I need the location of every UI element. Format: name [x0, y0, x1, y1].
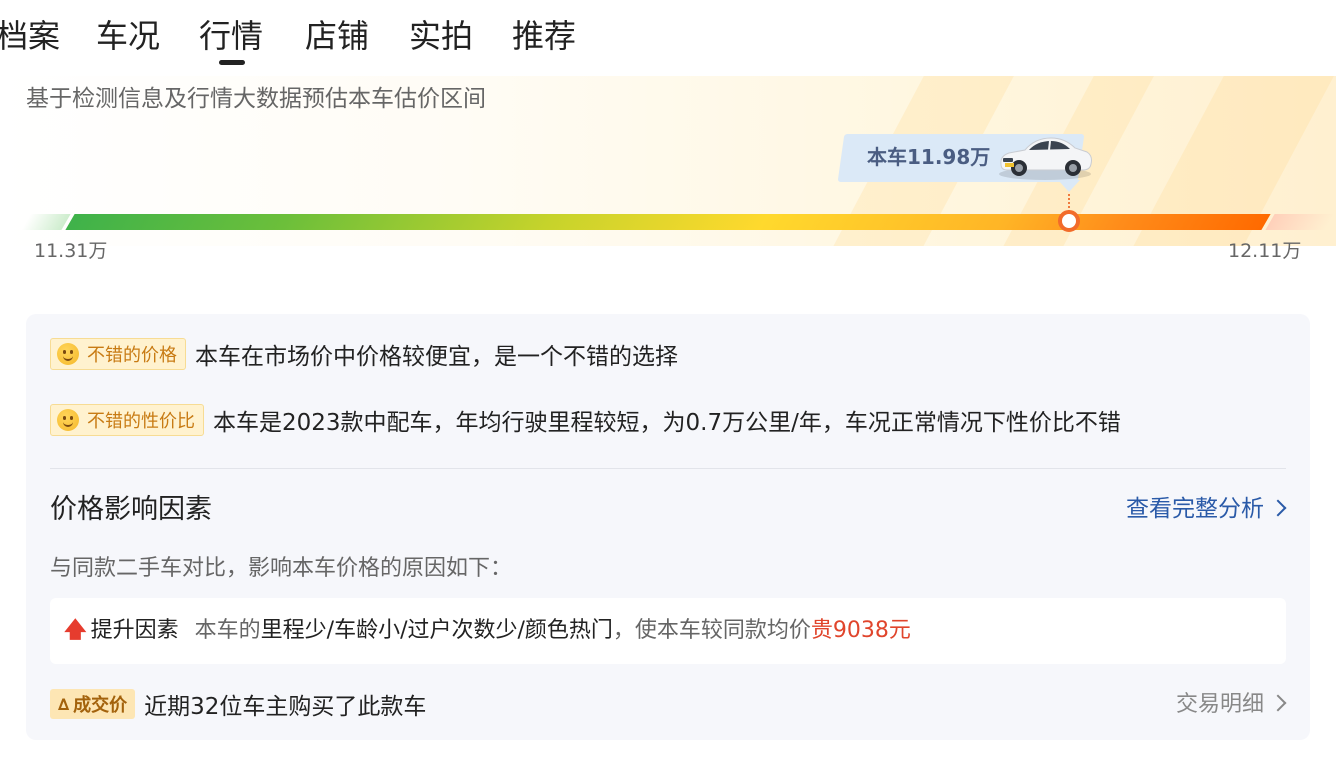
- current-price-marker: [1058, 210, 1080, 232]
- price-range-bar: [21, 214, 1335, 230]
- rise-factor-items: 里程少/车龄小/过户次数少/颜色热门: [260, 618, 613, 643]
- bar-fade-left: [21, 214, 71, 230]
- evaluation-row: 不错的性价比 本车是2023款中配车，年均行驶里程较短，为0.7万公里/年，车况…: [50, 402, 1121, 438]
- arrow-up-icon: 🡅: [64, 618, 87, 643]
- tab-photos[interactable]: 实拍: [409, 16, 473, 56]
- evaluation-text: 本车在市场价中价格较便宜，是一个不错的选择: [195, 344, 678, 370]
- evaluation-badge: 不错的性价比: [50, 404, 204, 436]
- deal-icon: ∆: [58, 694, 70, 714]
- car-icon: [999, 137, 1092, 180]
- transaction-detail-link[interactable]: 交易明细: [1175, 690, 1287, 720]
- deal-text: 近期32位车主购买了此款车: [144, 694, 427, 720]
- smile-icon: [57, 409, 79, 431]
- full-analysis-label: 查看完整分析: [1126, 496, 1264, 522]
- tab-condition[interactable]: 车况: [96, 16, 160, 56]
- rise-factor-label: 提升因素: [90, 618, 179, 643]
- divider: [50, 468, 1286, 469]
- factors-title: 价格影响因素: [50, 494, 212, 525]
- tab-archive[interactable]: 档案: [0, 16, 60, 56]
- range-min-label: 11.31万: [34, 240, 108, 262]
- chevron-right-icon: [1269, 499, 1287, 517]
- bar-fade-right: [1265, 214, 1335, 230]
- deal-badge-label: 成交价: [73, 695, 128, 716]
- rise-factor-prefix: 本车的: [194, 618, 261, 643]
- price-range-subtitle: 基于检测信息及行情大数据预估本车估价区间: [26, 86, 486, 112]
- deal-row: ∆ 成交价 近期32位车主购买了此款车: [50, 688, 426, 720]
- price-analysis-card: 不错的价格 本车在市场价中价格较便宜，是一个不错的选择 不错的性价比 本车是20…: [26, 314, 1310, 740]
- compare-description: 与同款二手车对比，影响本车价格的原因如下：: [50, 556, 513, 581]
- rise-factor-suffix: ，使本车较同款均价: [612, 618, 811, 643]
- tab-bar: 档案 车况 行情 店铺 实拍 推荐: [0, 0, 1336, 72]
- deal-badge: ∆ 成交价: [50, 689, 136, 719]
- evaluation-badge-label: 不错的价格: [87, 345, 177, 366]
- tab-recommend[interactable]: 推荐: [512, 16, 576, 56]
- active-tab-indicator: [219, 60, 245, 65]
- bar-gradient: [65, 214, 1271, 230]
- transaction-detail-label: 交易明细: [1175, 692, 1264, 717]
- rise-factor-price: 贵9038元: [810, 618, 911, 643]
- evaluation-badge: 不错的价格: [50, 338, 186, 370]
- evaluation-row: 不错的价格 本车在市场价中价格较便宜，是一个不错的选择: [50, 336, 678, 372]
- evaluation-text: 本车是2023款中配车，年均行驶里程较短，为0.7万公里/年，车况正常情况下性价…: [213, 410, 1121, 436]
- tab-store[interactable]: 店铺: [305, 16, 369, 56]
- full-analysis-link[interactable]: 查看完整分析: [1126, 494, 1287, 524]
- rise-factor-line: 🡅 提升因素 本车的里程少/车龄小/过户次数少/颜色热门，使本车较同款均价贵9038…: [64, 617, 911, 645]
- tab-market[interactable]: 行情: [199, 16, 263, 56]
- current-price-label: 本车11.98万: [867, 145, 991, 169]
- rise-factor-box: 🡅 提升因素 本车的里程少/车龄小/过户次数少/颜色热门，使本车较同款均价贵9038…: [50, 598, 1286, 664]
- range-max-label: 12.11万: [1228, 240, 1302, 262]
- smile-icon: [57, 343, 79, 365]
- evaluation-badge-label: 不错的性价比: [87, 411, 195, 432]
- chevron-right-icon: [1269, 694, 1287, 712]
